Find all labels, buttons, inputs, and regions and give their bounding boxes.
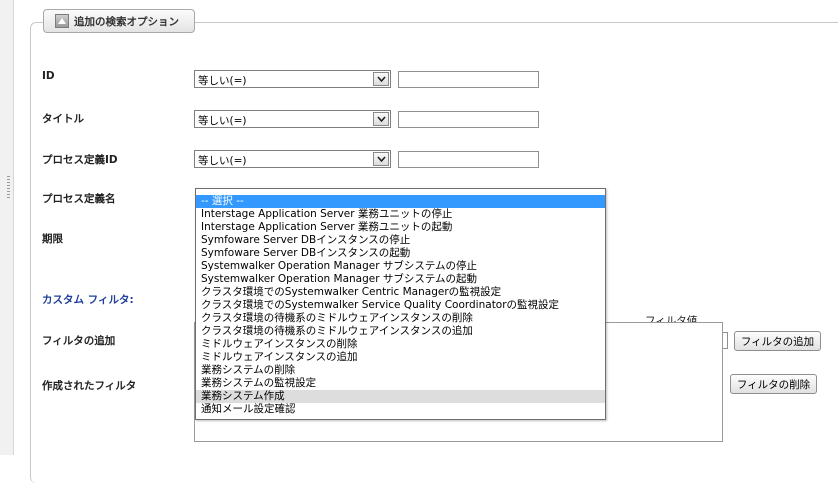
dropdown-option[interactable]: 通知メール設定確認 xyxy=(196,403,605,416)
custom-filter-label: カスタム フィルタ: xyxy=(42,294,134,306)
dropdown-option[interactable]: クラスタ環境の待機系のミドルウェアインスタンスの削除 xyxy=(196,312,605,325)
process-def-id-operator-value: 等しい(=) xyxy=(198,155,247,167)
search-options-toggle[interactable]: 追加の検索オプション xyxy=(43,9,195,33)
dropdown-option[interactable]: Interstage Application Server 業務ユニットの起動 xyxy=(196,221,605,234)
dropdown-option[interactable]: Symfoware Server DBインスタンスの起動 xyxy=(196,247,605,260)
chevron-down-icon[interactable] xyxy=(373,72,389,86)
dropdown-option[interactable]: Symfoware Server DBインスタンスの停止 xyxy=(196,234,605,247)
dropdown-option[interactable]: Interstage Application Server 業務ユニットの停止 xyxy=(196,208,605,221)
chevron-down-icon[interactable] xyxy=(373,112,389,126)
left-panel-splitter[interactable] xyxy=(0,0,14,455)
chevron-down-icon[interactable] xyxy=(373,152,389,166)
dropdown-option-hovered[interactable]: 業務システム作成 xyxy=(196,390,605,403)
collapse-arrow-icon[interactable] xyxy=(55,14,69,28)
deadline-label: 期限 xyxy=(42,233,63,245)
title-value-input[interactable] xyxy=(398,111,539,128)
dropdown-option[interactable]: ミドルウェアインスタンスの削除 xyxy=(196,338,605,351)
process-def-name-label: プロセス定義名 xyxy=(42,193,116,205)
delete-filter-button[interactable]: フィルタの削除 xyxy=(730,374,817,394)
dropdown-option[interactable]: クラスタ環境の待機系のミドルウェアインスタンスの追加 xyxy=(196,325,605,338)
dropdown-option[interactable]: クラスタ環境でのSystemwalker Service Quality Coo… xyxy=(196,299,605,312)
id-operator-select[interactable]: 等しい(=) xyxy=(194,70,391,88)
dropdown-option[interactable]: ミドルウェアインスタンスの追加 xyxy=(196,351,605,364)
process-def-name-dropdown[interactable]: -- 選択 -- Interstage Application Server 業… xyxy=(195,188,606,420)
add-filter-button[interactable]: フィルタの追加 xyxy=(734,331,821,351)
title-operator-select[interactable]: 等しい(=) xyxy=(194,110,391,128)
title-label: タイトル xyxy=(42,113,84,125)
dropdown-option[interactable]: Systemwalker Operation Manager サブシステムの起動 xyxy=(196,273,605,286)
search-options-title: 追加の検索オプション xyxy=(74,15,179,28)
id-operator-value: 等しい(=) xyxy=(198,75,247,87)
process-def-id-value-input[interactable] xyxy=(398,151,539,168)
dropdown-option[interactable]: クラスタ環境でのSystemwalker Centric Managerの監視設… xyxy=(196,286,605,299)
dropdown-option[interactable]: Systemwalker Operation Manager サブシステムの停止 xyxy=(196,260,605,273)
id-label: ID xyxy=(42,70,55,82)
process-def-id-label: プロセス定義ID xyxy=(42,154,118,166)
dropdown-option[interactable]: 業務システムの監視設定 xyxy=(196,377,605,390)
title-operator-value: 等しい(=) xyxy=(198,115,247,127)
process-def-id-operator-select[interactable]: 等しい(=) xyxy=(194,150,391,168)
dropdown-option[interactable]: -- 選択 -- xyxy=(196,195,605,208)
created-filter-label: 作成されたフィルタ xyxy=(42,380,137,392)
dropdown-option[interactable]: 業務システムの削除 xyxy=(196,364,605,377)
splitter-grip-icon[interactable] xyxy=(7,176,10,200)
add-filter-label: フィルタの追加 xyxy=(42,335,116,347)
id-value-input[interactable] xyxy=(398,71,539,88)
